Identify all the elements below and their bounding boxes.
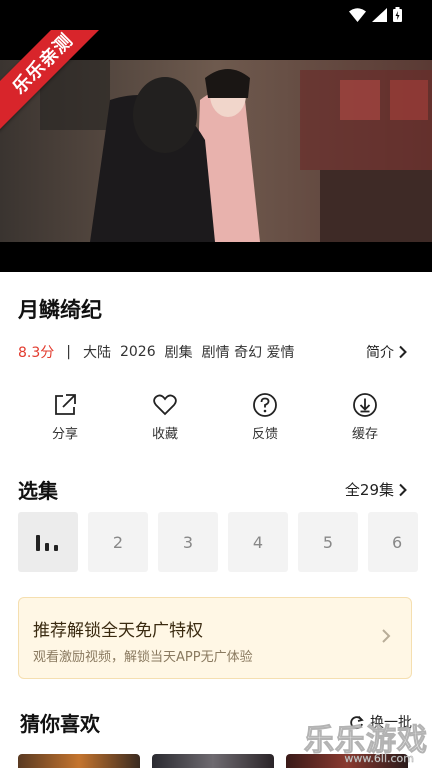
watermark-url: www.6ll.com <box>344 752 414 766</box>
feedback-button[interactable]: 反馈 <box>215 392 315 442</box>
status-icons <box>349 7 402 22</box>
help-icon <box>253 393 277 417</box>
share-label: 分享 <box>51 427 78 442</box>
status-bar <box>0 0 432 30</box>
drama-title: 月鳞绮纪 <box>18 298 102 322</box>
playing-bars-icon <box>36 535 58 551</box>
promo-subtitle: 观看激励视频，解锁当天APP无广体验 <box>33 650 253 665</box>
share-button[interactable]: 分享 <box>15 392 115 442</box>
wifi-icon <box>349 7 366 22</box>
download-button[interactable]: 缓存 <box>315 392 415 442</box>
episode-item[interactable]: 4 <box>228 512 288 572</box>
action-bar: 分享 收藏 反馈 缓存 <box>0 392 432 442</box>
episode-list: 2 3 4 5 6 <box>18 512 418 572</box>
episode-item[interactable]: 3 <box>158 512 218 572</box>
favorite-button[interactable]: 收藏 <box>115 392 215 442</box>
year: 2026 <box>119 344 156 360</box>
favorite-label: 收藏 <box>151 427 178 442</box>
signal-icon <box>372 7 387 22</box>
recommend-item[interactable] <box>152 754 274 768</box>
recommend-item[interactable] <box>18 754 140 768</box>
promo-title: 推荐解锁全天免广特权 <box>33 621 203 641</box>
feedback-label: 反馈 <box>251 427 278 442</box>
download-icon <box>353 393 377 417</box>
chevron-right-icon <box>399 345 407 359</box>
episodes-title: 选集 <box>18 479 58 503</box>
genres: 剧情 奇幻 爱情 <box>201 345 295 361</box>
drama-meta: 8.3分 | 大陆 2026 剧集 剧情 奇幻 爱情 <box>18 342 304 362</box>
meta-separator: | <box>66 344 71 360</box>
episode-item[interactable]: 5 <box>298 512 358 572</box>
download-label: 缓存 <box>351 427 378 442</box>
intro-label: 简介 <box>366 345 394 361</box>
promo-banner[interactable]: 推荐解锁全天免广特权 观看激励视频，解锁当天APP无广体验 <box>18 597 412 679</box>
region: 大陆 <box>82 345 111 361</box>
share-icon <box>55 394 76 415</box>
all-episodes-label: 全29集 <box>344 481 394 499</box>
chevron-right-icon <box>399 483 407 496</box>
score: 8.3分 <box>18 345 55 361</box>
heart-icon <box>153 394 177 416</box>
recommend-title: 猜你喜欢 <box>20 712 100 736</box>
all-episodes-button[interactable]: 全29集 <box>345 479 408 500</box>
battery-icon <box>393 7 402 22</box>
category: 剧集 <box>164 345 193 361</box>
episode-current[interactable] <box>18 512 78 572</box>
episode-item[interactable]: 6 <box>368 512 418 572</box>
video-player[interactable]: 乐乐亲测 <box>0 30 432 272</box>
intro-button[interactable]: 简介 <box>366 342 408 362</box>
video-frame[interactable] <box>0 60 432 242</box>
chevron-right-icon <box>382 629 391 643</box>
episode-item[interactable]: 2 <box>88 512 148 572</box>
